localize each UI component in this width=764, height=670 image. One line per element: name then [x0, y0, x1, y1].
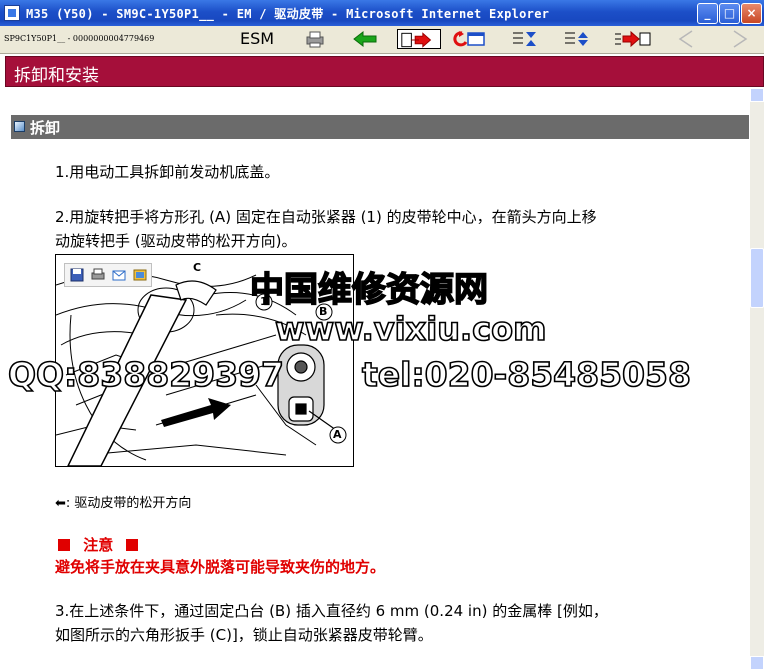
expand-icon [565, 32, 588, 46]
window-title: M35 (Y50) - SM9C-1Y50P1__ - EM / 驱动皮带 - … [26, 7, 550, 21]
step-2-line-1: 2.用旋转把手将方形孔 (A) 固定在自动张紧器 (1) 的皮带轮中心，在箭头方… [55, 208, 597, 226]
figure-label-a: A [333, 428, 342, 441]
maximize-button[interactable]: □ [719, 3, 740, 24]
arrow-left-black-icon: ⬅ [55, 496, 66, 511]
page-header: 拆卸和安装 [5, 56, 764, 87]
page-title: 拆卸和安装 [14, 66, 99, 86]
chevron-right-icon [733, 30, 748, 48]
watermark-qq: QQ:838829397 [7, 354, 285, 395]
watermark-site-name: 中国维修资源网 [249, 269, 489, 311]
gallery-icon[interactable] [133, 268, 147, 282]
printer-icon [306, 31, 324, 48]
vertical-scrollbar[interactable] [750, 88, 764, 670]
arrow-right-red-icon [401, 32, 432, 48]
document-id: SP9C1Y50P1__ - 0000000004779469 [4, 34, 155, 43]
refresh-red-icon [453, 31, 485, 47]
red-square-icon [58, 539, 70, 551]
collapse-icon [513, 32, 536, 46]
app-icon [4, 5, 20, 21]
prev-button[interactable] [672, 29, 702, 49]
image-toolbar [64, 263, 152, 287]
caution-title: 注意 [83, 536, 114, 554]
section-bullet-icon [14, 121, 25, 132]
step-3-line-2: 如图所示的六角形扳手 (C)]，锁止自动张紧器皮带轮臂。 [55, 626, 433, 644]
step-1: 1.用电动工具拆卸前发动机底盖。 [55, 163, 280, 181]
esm-button[interactable]: ESM [240, 29, 274, 48]
scroll-down-button[interactable] [750, 656, 764, 670]
arrow-left-green-icon [353, 30, 377, 48]
window-titlebar: M35 (Y50) - SM9C-1Y50P1__ - EM / 驱动皮带 - … [0, 0, 764, 26]
scroll-up-button[interactable] [750, 88, 764, 102]
red-square-icon [126, 539, 139, 551]
close-button[interactable]: × [741, 3, 762, 24]
print-icon[interactable] [91, 268, 105, 282]
save-icon[interactable] [70, 268, 84, 282]
chevron-left-icon [678, 30, 693, 48]
mail-icon[interactable] [112, 268, 126, 282]
esm-toolbar: SP9C1Y50P1__ - 0000000004779469 ESM [0, 26, 764, 54]
step-2-line-2: 动旋转把手 (驱动皮带的松开方向)。 [55, 232, 297, 250]
watermark-url: www.vixiu.com [274, 309, 547, 349]
next-button[interactable] [726, 29, 756, 49]
legend-text: : 驱动皮带的松开方向 [65, 496, 192, 511]
watermark-tel: tel:020-85485058 [361, 354, 692, 395]
collapse-button[interactable] [510, 29, 540, 49]
print-button[interactable] [300, 29, 330, 49]
back-button[interactable] [350, 29, 380, 49]
jump-button[interactable] [613, 29, 653, 49]
arrow-legend: ⬅: 驱动皮带的松开方向 [55, 492, 191, 511]
scroll-thumb[interactable] [750, 248, 764, 308]
section-bar: 拆卸 [11, 115, 749, 139]
caution-heading: 注意 [58, 534, 139, 555]
minimize-button[interactable]: _ [697, 3, 718, 24]
section-title: 拆卸 [30, 119, 61, 137]
figure-label-c: C [193, 261, 202, 274]
expand-button[interactable] [562, 29, 592, 49]
jump-red-icon [615, 30, 651, 48]
refresh-page-button[interactable] [450, 29, 490, 49]
caution-text: 避免将手放在夹具意外脱落可能导致夹伤的地方。 [55, 558, 386, 576]
next-page-button[interactable] [397, 29, 441, 49]
step-3-line-1: 3.在上述条件下，通过固定凸台 (B) 插入直径约 6 mm (0.24 in)… [55, 602, 608, 620]
